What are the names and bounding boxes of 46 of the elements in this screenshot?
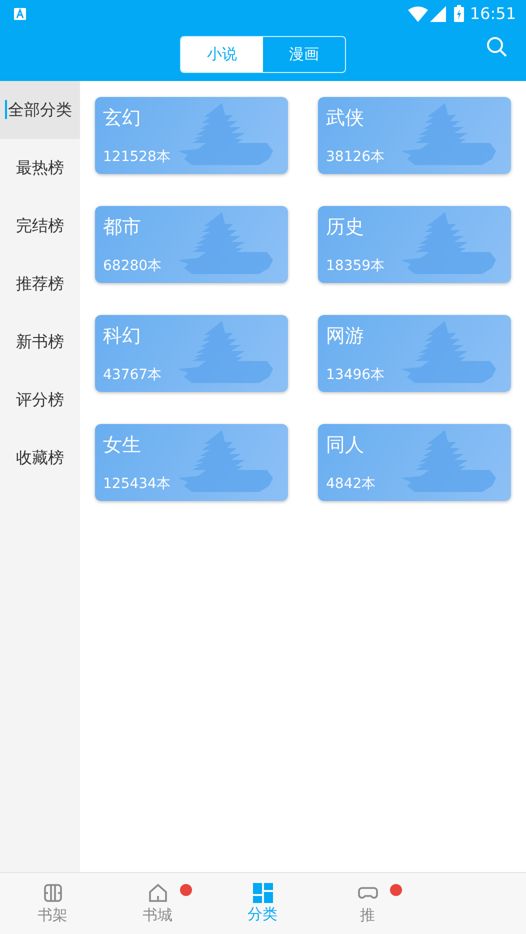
signal-icon: [430, 6, 446, 22]
sidebar-item[interactable]: 新书榜: [0, 313, 80, 371]
category-name: 女生: [103, 433, 141, 458]
category-card[interactable]: 都市 68280本: [95, 206, 288, 283]
category-name: 科幻: [103, 324, 141, 349]
category-name: 都市: [103, 215, 141, 240]
nav-tab[interactable]: 书架: [0, 873, 105, 934]
category-card[interactable]: 玄幻 121528本: [95, 97, 288, 174]
book-count: 18359本: [326, 257, 385, 275]
book-icon: [42, 882, 64, 904]
nav-tab[interactable]: 分类: [210, 873, 315, 934]
book-count: 121528本: [103, 148, 170, 166]
category-card[interactable]: 科幻 43767本: [95, 315, 288, 392]
book-count: 43767本: [103, 366, 162, 384]
category-name: 武侠: [326, 106, 364, 131]
category-name: 玄幻: [103, 106, 141, 131]
search-button[interactable]: [486, 36, 508, 58]
battery-icon: [454, 5, 464, 22]
nav-tab[interactable]: 书城: [105, 873, 210, 934]
sidebar-item[interactable]: 全部分类: [0, 81, 80, 139]
wifi-icon: [408, 6, 428, 22]
category-name: 网游: [326, 324, 364, 349]
app-icon: [14, 8, 26, 20]
book-count: 125434本: [103, 475, 170, 493]
nav-tab[interactable]: 推: [315, 873, 420, 934]
sidebar-item[interactable]: 推荐榜: [0, 255, 80, 313]
sidebar-item[interactable]: 完结榜: [0, 197, 80, 255]
book-count: 13496本: [326, 366, 385, 384]
book-count: 68280本: [103, 257, 162, 275]
category-card[interactable]: 同人 4842本: [318, 424, 511, 501]
category-name: 历史: [326, 215, 364, 240]
book-count: 4842本: [326, 475, 376, 493]
sidebar-item[interactable]: 收藏榜: [0, 429, 80, 487]
category-card[interactable]: 网游 13496本: [318, 315, 511, 392]
sidebar-item[interactable]: 最热榜: [0, 139, 80, 197]
home-icon: [146, 882, 168, 904]
category-name: 同人: [326, 433, 364, 458]
segment-tab[interactable]: 漫画: [263, 36, 345, 72]
book-count: 38126本: [326, 148, 385, 166]
status-time: 16:51: [470, 4, 516, 23]
category-card[interactable]: 历史 18359本: [318, 206, 511, 283]
sidebar-item[interactable]: 评分榜: [0, 371, 80, 429]
segment-tab[interactable]: 小说: [181, 36, 263, 72]
category-card[interactable]: 武侠 38126本: [318, 97, 511, 174]
category-card[interactable]: 女生 125434本: [95, 424, 288, 501]
grid-icon: [252, 883, 272, 903]
